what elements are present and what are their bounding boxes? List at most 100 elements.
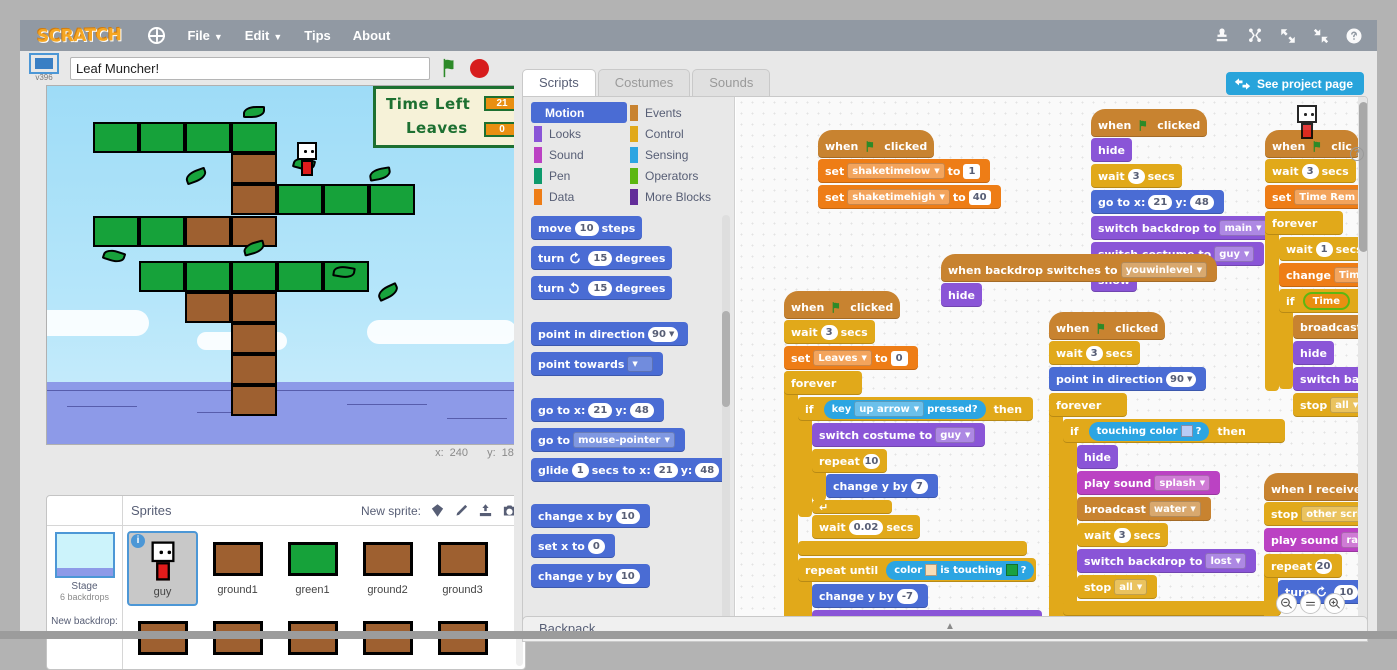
block-dropdown[interactable]: 90▼ (1166, 372, 1196, 387)
palette-block-change-x[interactable]: change x by 10 (531, 504, 650, 528)
block-input[interactable]: 10 (863, 454, 880, 469)
script5-touching-color-boolean[interactable]: touching color ? (1089, 422, 1210, 441)
help-icon[interactable] (1345, 27, 1363, 45)
block-input[interactable]: 0 (891, 351, 908, 366)
category-pen[interactable]: Pen (531, 165, 627, 186)
block-dropdown[interactable]: mouse-pointer▼ (573, 432, 675, 448)
sprite-guy-on-stage[interactable] (295, 142, 319, 176)
script5-stop-all[interactable]: stop all▼ (1077, 575, 1157, 599)
block-input[interactable]: 10 (616, 569, 640, 584)
grow-icon[interactable] (1279, 27, 1297, 45)
block-input[interactable]: 1 (572, 463, 589, 478)
script7-repeat-20[interactable]: repeat 20 (1264, 554, 1342, 578)
category-motion[interactable]: Motion (531, 102, 627, 123)
zoom-out-button[interactable] (1276, 593, 1297, 614)
script3-go-to-xy[interactable]: go to x: 21 y: 48 (1091, 190, 1224, 214)
script5-if-wrapper[interactable] (1063, 419, 1077, 619)
block-input[interactable]: 40 (969, 190, 991, 205)
script4-hat-when-backdrop-switches[interactable]: when backdrop switches to youwinlevel▼ (941, 254, 1217, 282)
stamp-icon[interactable] (1213, 27, 1231, 45)
script3-switch-backdrop-main[interactable]: switch backdrop to main▼ (1091, 216, 1277, 240)
sprite-item-row2-1[interactable] (127, 610, 198, 670)
stage-canvas[interactable]: Time Left 21 Leaves 0 (46, 85, 526, 445)
block-input[interactable]: 3 (1302, 164, 1319, 179)
stage-thumbnail[interactable] (55, 532, 115, 578)
script6-wait-1-secs[interactable]: wait 1 secs (1279, 237, 1368, 261)
block-dropdown[interactable]: Leaves▼ (813, 350, 872, 366)
block-input[interactable]: 0 (588, 539, 605, 554)
paint-new-sprite-icon[interactable] (430, 503, 445, 518)
script5-forever-label[interactable]: forever (1049, 393, 1127, 417)
category-data[interactable]: Data (531, 186, 627, 207)
globe-icon[interactable] (148, 27, 165, 44)
block-input[interactable]: 3 (1114, 528, 1131, 543)
block-input[interactable]: 3 (1128, 169, 1145, 184)
category-sound[interactable]: Sound (531, 144, 627, 165)
category-more-blocks[interactable]: More Blocks (627, 186, 723, 207)
category-sensing[interactable]: Sensing (627, 144, 723, 165)
help-icon[interactable]: ? (1350, 147, 1364, 161)
block-input[interactable]: 48 (1190, 195, 1214, 210)
stop-button[interactable] (470, 59, 489, 78)
script2-wait-3-secs[interactable]: wait 3 secs (784, 320, 875, 344)
block-input[interactable]: 10 (616, 509, 640, 524)
block-dropdown[interactable]: shaketimehigh▼ (847, 189, 950, 205)
script2-if-key-pressed[interactable]: if key up arrow▼ pressed? then (798, 397, 1033, 421)
script6-stop-all[interactable]: stop all▼ (1293, 393, 1368, 417)
script2-color-touching-boolean[interactable]: color is touching ? (886, 561, 1034, 580)
sprite-item-ground2[interactable]: ground2 (352, 531, 423, 606)
block-input[interactable]: 48 (630, 403, 654, 418)
script2-forever-label[interactable]: forever (784, 371, 862, 395)
script5-hat-when-flag-clicked[interactable]: when clicked (1049, 312, 1165, 340)
color-swatch[interactable] (1006, 564, 1018, 576)
sprite-item-green1[interactable]: green1 (277, 531, 348, 606)
sprite-item-row2-2[interactable] (202, 610, 273, 670)
script2-change-y-minus7[interactable]: change y by -7 (812, 584, 928, 608)
block-input[interactable]: 3 (821, 325, 838, 340)
script6-set-time-remaining[interactable]: set Time Rem (1265, 185, 1368, 209)
script2-set-leaves[interactable]: set Leaves▼ to 0 (784, 346, 918, 370)
block-dropdown[interactable]: shaketimelow▼ (847, 163, 944, 179)
menu-file[interactable]: File▼ (187, 28, 222, 43)
scripts-vertical-scrollbar[interactable] (1358, 97, 1368, 621)
script1-hat-when-flag-clicked[interactable]: when clicked (818, 130, 934, 158)
script6-broadcast[interactable]: broadcast (1293, 315, 1368, 339)
script6-forever-wrapper[interactable] (1265, 211, 1279, 391)
scratch-logo[interactable]: SCRATCH (34, 24, 124, 48)
tab-scripts[interactable]: Scripts (522, 69, 596, 96)
script3-wait-3-secs[interactable]: wait 3 secs (1091, 164, 1182, 188)
block-dropdown[interactable]: Time Rem (1294, 189, 1360, 205)
category-control[interactable]: Control (627, 123, 723, 144)
see-project-page-button[interactable]: See project page (1226, 72, 1364, 95)
script6-forever-label[interactable]: forever (1265, 211, 1343, 235)
block-input[interactable]: 21 (1148, 195, 1172, 210)
block-dropdown[interactable]: lost▼ (1205, 553, 1245, 569)
scissors-icon[interactable] (1246, 27, 1264, 45)
script5-switch-backdrop-lost[interactable]: switch backdrop to lost▼ (1077, 549, 1256, 573)
upload-sprite-icon[interactable] (478, 503, 493, 518)
script5-if-touching-color[interactable]: if touching color ? then (1063, 419, 1285, 443)
block-input[interactable]: 0.02 (849, 520, 884, 535)
block-dropdown[interactable]: water▼ (1149, 501, 1201, 517)
script1-set-shaketimelow[interactable]: set shaketimelow▼ to 1 (818, 159, 990, 183)
script2-switch-costume-guy[interactable]: switch costume to guy▼ (812, 423, 985, 447)
script2-wait-002-secs[interactable]: wait 0.02 secs (812, 515, 920, 539)
block-dropdown[interactable]: splash▼ (1154, 475, 1210, 491)
block-input[interactable]: 21 (654, 463, 678, 478)
script2-forever-wrapper[interactable] (784, 371, 798, 631)
script6-switch-backdrop[interactable]: switch ba (1293, 367, 1366, 391)
script5-point-in-direction[interactable]: point in direction 90▼ (1049, 367, 1206, 391)
menu-about[interactable]: About (353, 28, 391, 43)
script5-wait-3-secs[interactable]: wait 3 secs (1049, 341, 1140, 365)
script5-hide[interactable]: hide (1077, 445, 1118, 469)
script5-broadcast-water[interactable]: broadcast water▼ (1077, 497, 1211, 521)
zoom-in-button[interactable] (1324, 593, 1345, 614)
project-name-input[interactable]: Leaf Muncher! (70, 57, 430, 80)
shrink-icon[interactable] (1312, 27, 1330, 45)
tab-sounds[interactable]: Sounds (692, 69, 770, 96)
palette-block-turn-cw[interactable]: turn 15 degrees (531, 246, 672, 270)
block-input[interactable]: 15 (588, 281, 612, 296)
block-dropdown[interactable]: up arrow▼ (854, 401, 924, 417)
script6-change-time[interactable]: change Time (1279, 263, 1368, 287)
script5-wait-3-secs-2[interactable]: wait 3 secs (1077, 523, 1168, 547)
